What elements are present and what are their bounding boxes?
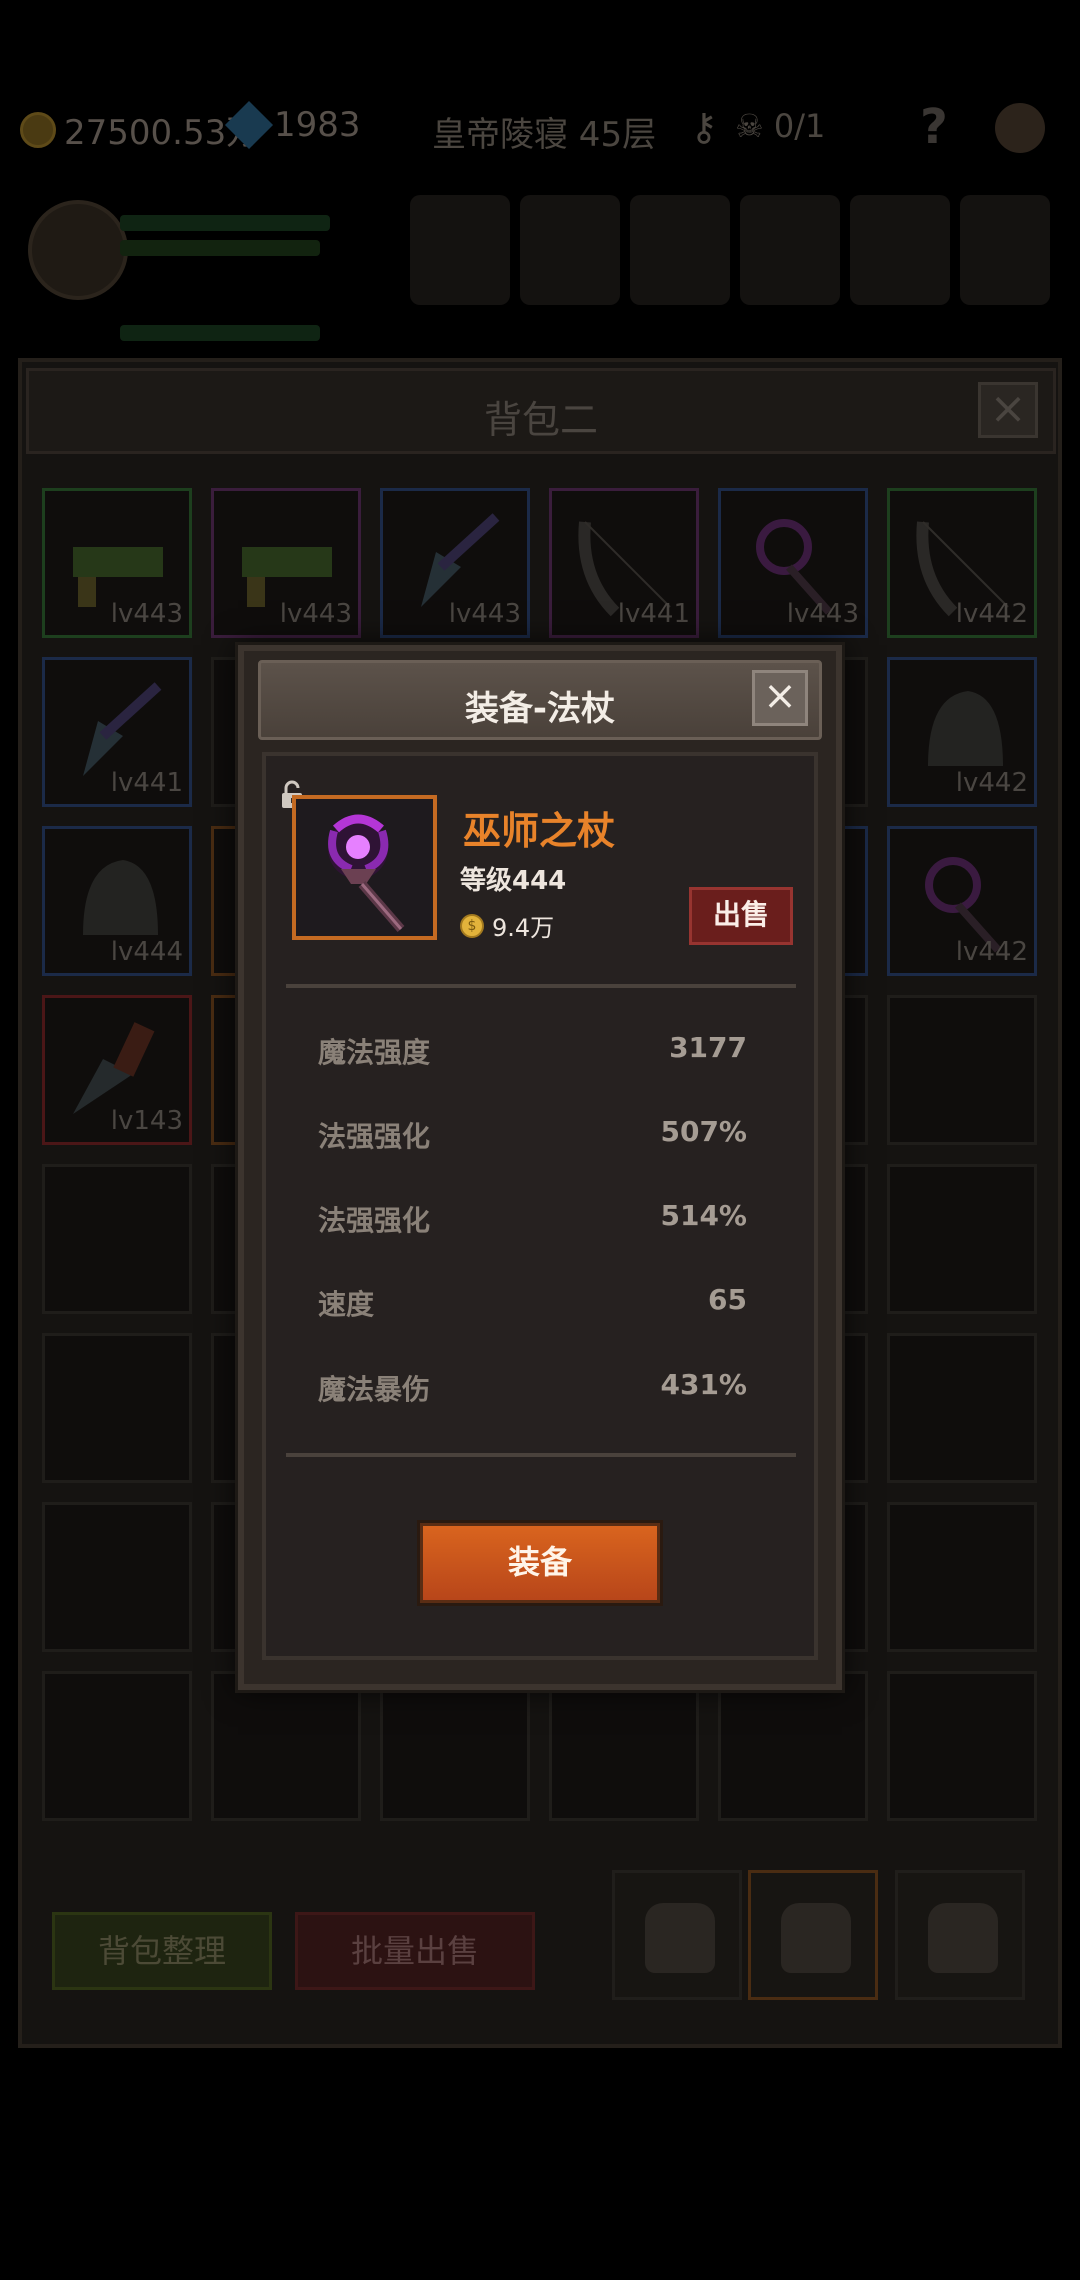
stat-label: 魔法强度: [318, 1036, 431, 1069]
backpack-tab-2[interactable]: [748, 1870, 878, 2000]
gold-display: 27500.53万: [20, 105, 260, 154]
coin-icon: [20, 111, 56, 148]
inventory-slot[interactable]: [887, 995, 1037, 1145]
inventory-slot[interactable]: lv442: [887, 488, 1037, 638]
skill-slot[interactable]: [850, 195, 950, 305]
item-icon-frame[interactable]: [292, 795, 437, 940]
inventory-slot[interactable]: lv442: [887, 826, 1037, 976]
backpack-icon: [645, 1903, 715, 1973]
stat-label: 魔法暴伤: [318, 1373, 431, 1406]
exp-bar: [120, 325, 320, 341]
inventory-slot[interactable]: lv443: [380, 488, 530, 638]
price-value: 9.4万: [492, 914, 555, 942]
item-price: $ 9.4万: [460, 908, 554, 943]
skill-slot[interactable]: [960, 195, 1050, 305]
key-icon: ⚷: [690, 105, 718, 149]
dialog-header: 装备-法杖: [258, 660, 822, 740]
divider: [286, 984, 796, 988]
help-icon[interactable]: ?: [920, 99, 948, 155]
hp-bar: [120, 215, 330, 231]
inventory-header: 背包二: [26, 368, 1056, 454]
inventory-slot[interactable]: lv441: [549, 488, 699, 638]
backpack-tab-1[interactable]: [612, 1870, 742, 2000]
inventory-slot[interactable]: lv444: [42, 826, 192, 976]
inventory-slot[interactable]: [549, 1671, 699, 1821]
stat-label: 速度: [318, 1288, 375, 1321]
inventory-slot[interactable]: [887, 1333, 1037, 1483]
inventory-slot[interactable]: [887, 1671, 1037, 1821]
skill-slot[interactable]: [410, 195, 510, 305]
inventory-slot[interactable]: [887, 1164, 1037, 1314]
avatar[interactable]: [28, 200, 128, 300]
inventory-slot[interactable]: [887, 1502, 1037, 1652]
divider: [286, 1453, 796, 1457]
backpack-icon: [928, 1903, 998, 1973]
inventory-slot[interactable]: [42, 1333, 192, 1483]
inventory-slot[interactable]: [380, 1671, 530, 1821]
close-button[interactable]: ×: [752, 670, 808, 726]
inventory-slot[interactable]: lv441: [42, 657, 192, 807]
inventory-title: 背包二: [483, 398, 598, 442]
inventory-slot[interactable]: lv443: [42, 488, 192, 638]
coin-icon: $: [460, 913, 484, 938]
item-level: 等级444: [460, 866, 567, 896]
stat-value: 514%: [660, 1199, 747, 1232]
stat-value: 3177: [669, 1031, 747, 1064]
skull-counter: ☠ 0/1: [735, 107, 826, 145]
inventory-slot[interactable]: [42, 1164, 192, 1314]
inventory-slot[interactable]: lv443: [718, 488, 868, 638]
inventory-slot[interactable]: [42, 1502, 192, 1652]
dungeon-level: 皇帝陵寝 45层: [432, 115, 657, 155]
inventory-close-button[interactable]: ×: [978, 382, 1038, 438]
backpack-tab-3[interactable]: [895, 1870, 1025, 2000]
dialog-title: 装备-法杖: [464, 689, 616, 729]
item-name: 巫师之杖: [463, 809, 616, 853]
skill-slot[interactable]: [630, 195, 730, 305]
gem-amount: 1983: [274, 105, 361, 145]
sort-inventory-button[interactable]: 背包整理: [52, 1912, 272, 1990]
staff-icon: [296, 799, 433, 936]
stat-label: 法强强化: [318, 1204, 431, 1237]
equip-button[interactable]: 装备: [420, 1523, 660, 1603]
mp-bar: [120, 240, 320, 256]
stat-value: 65: [708, 1283, 747, 1316]
inventory-slot[interactable]: [718, 1671, 868, 1821]
skill-slot[interactable]: [520, 195, 620, 305]
sell-button[interactable]: 出售: [689, 887, 793, 945]
top-hud: 27500.53万 1983 皇帝陵寝 45层 ⚷ ☠ 0/1 ?: [0, 95, 1080, 165]
stat-label: 法强强化: [318, 1120, 431, 1153]
skill-slot[interactable]: [740, 195, 840, 305]
gem-display: 1983: [224, 100, 361, 150]
stat-value: 431%: [660, 1368, 747, 1401]
stat-value: 507%: [660, 1115, 747, 1148]
gem-icon: [224, 100, 274, 150]
bulk-sell-button[interactable]: 批量出售: [295, 1912, 535, 1990]
keys-count: 0/1: [773, 107, 826, 145]
inventory-slot[interactable]: [211, 1671, 361, 1821]
inventory-slot[interactable]: lv143: [42, 995, 192, 1145]
inventory-slot[interactable]: lv442: [887, 657, 1037, 807]
inventory-slot[interactable]: lv443: [211, 488, 361, 638]
inventory-slot[interactable]: [42, 1671, 192, 1821]
settings-icon[interactable]: [995, 103, 1045, 153]
backpack-icon: [781, 1903, 851, 1973]
